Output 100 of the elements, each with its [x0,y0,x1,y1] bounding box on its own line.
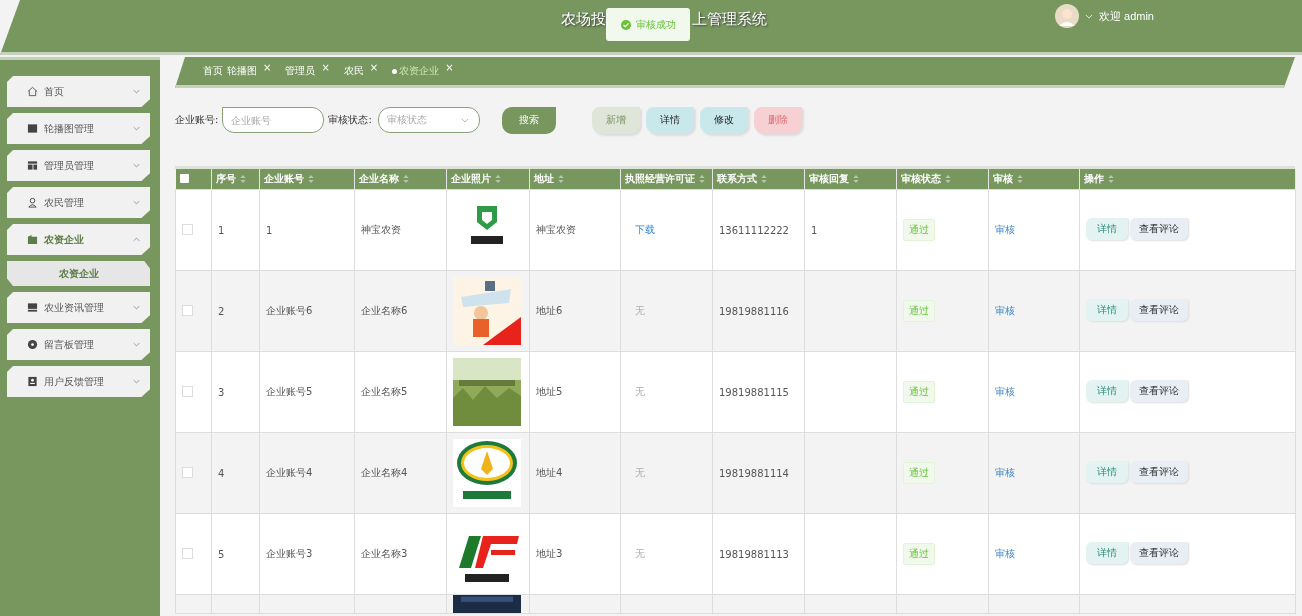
audit-link[interactable]: 审核 [995,386,1015,397]
table-cell: 1 [811,224,818,236]
status-select[interactable]: 审核状态 [377,107,480,133]
table-cell: 企业名称4 [354,432,447,514]
sort-icon[interactable] [1108,175,1114,183]
sort-icon[interactable] [1017,175,1023,183]
sort-icon[interactable] [699,175,705,183]
comments-button[interactable]: 查看评论 [1130,461,1188,483]
chevron-down-icon[interactable] [1084,13,1093,19]
column-header[interactable]: 企业账号 [259,169,355,190]
search-button[interactable]: 搜索 [501,106,556,134]
audit-link[interactable]: 审核 [995,548,1015,559]
sort-icon[interactable] [558,175,564,183]
submenu-item[interactable]: 农资企业 [7,261,150,286]
column-header[interactable]: 操作 [1079,169,1296,190]
image-icon [27,123,38,134]
close-icon[interactable]: × [369,61,379,73]
table-cell-text: 无 [634,386,645,397]
action-button[interactable]: 详情 [645,106,694,134]
comments-button[interactable]: 查看评论 [1130,299,1188,321]
status-tag: 通过 [903,300,935,322]
sort-icon[interactable] [308,175,314,183]
download-link[interactable]: 下载 [627,224,655,235]
row-checkbox[interactable] [182,466,193,478]
details-button[interactable]: 详情 [1086,218,1128,240]
table-cell: 地址3 [529,513,621,595]
column-header[interactable]: 执照经营许可证 [620,169,713,190]
delete-button[interactable]: 删除 [753,106,802,134]
row-checkbox[interactable] [182,385,193,397]
action-button[interactable]: 修改 [699,106,748,134]
sort-icon[interactable] [403,175,409,183]
table-cell: 企业账号4 [259,432,355,514]
column-header[interactable]: 序号 [211,169,260,190]
column-header[interactable]: 审核 [988,169,1080,190]
row-checkbox[interactable] [182,223,193,235]
sidebar-item[interactable]: 农资企业 [7,224,150,255]
sidebar-item[interactable]: 用户反馈管理 [7,366,150,397]
sort-icon[interactable] [240,175,246,183]
audit-link[interactable]: 审核 [995,305,1015,316]
table-cell: 神宝农资 [354,189,447,271]
account-input[interactable]: 企业账号 [222,107,325,133]
details-button[interactable]: 详情 [1086,380,1128,402]
table-cell: 19819881114 [712,432,805,514]
disc-icon [27,339,38,350]
table-cell: 1 [259,189,355,271]
sidebar-item[interactable]: 首页 [7,76,150,107]
toast-message: 审核成功 [635,17,676,32]
column-header[interactable]: 地址 [529,169,621,190]
tab[interactable]: 农资企业 [392,64,440,78]
sort-icon[interactable] [761,175,767,183]
tab[interactable]: 管理员 [285,64,316,78]
status-tag: 通过 [903,219,935,241]
audit-link[interactable]: 审核 [995,467,1015,478]
comments-button[interactable]: 查看评论 [1130,542,1188,564]
welcome-text: 欢迎 admin [1098,8,1154,24]
sidebar-item[interactable]: 留言板管理 [7,329,150,360]
column-header[interactable]: 联系方式 [712,169,805,190]
table-cell: 企业账号3 [259,513,355,595]
audit-link[interactable]: 审核 [995,224,1015,235]
close-icon[interactable]: × [263,61,272,73]
table-cell: 企业账号5 [259,351,355,433]
sort-icon[interactable] [495,175,501,183]
table-cell: 19819881116 [712,270,805,352]
add-button[interactable]: 新增 [591,106,640,134]
chevron-down-icon [460,117,469,123]
sort-icon[interactable] [853,175,859,183]
column-header[interactable]: 企业名称 [354,169,447,190]
sidebar-item[interactable]: 农民管理 [7,187,150,218]
sort-icon[interactable] [945,175,951,183]
sidebar-item[interactable]: 管理员管理 [7,150,150,181]
table-cell: 企业名称3 [354,513,447,595]
row-checkbox[interactable] [182,304,193,316]
field-label: 审核状态: [328,113,372,127]
comments-button[interactable]: 查看评论 [1130,218,1188,240]
folder-icon [27,234,38,245]
avatar-icon[interactable] [1054,4,1079,28]
column-header[interactable]: 企业照片 [446,169,530,190]
table-cell: 地址4 [529,432,621,514]
app-title: 农场投 [561,9,606,29]
tab[interactable]: 首页 [203,64,223,78]
select-all-checkbox[interactable] [179,173,189,183]
table-cell: 2 [211,270,260,352]
close-icon[interactable]: × [445,61,454,73]
close-icon[interactable]: × [321,61,330,73]
table-cell: 地址5 [529,351,621,433]
details-button[interactable]: 详情 [1086,299,1128,321]
comments-button[interactable]: 查看评论 [1130,380,1188,402]
sidebar-item[interactable]: 轮播图管理 [7,113,150,144]
column-header[interactable]: 审核回复 [804,169,897,190]
home-icon [27,86,38,97]
details-button[interactable]: 详情 [1086,542,1128,564]
column-header[interactable]: 审核状态 [896,169,989,190]
row-checkbox[interactable] [182,547,193,559]
table-cell-text: 无 [634,467,645,478]
sidebar-item[interactable]: 农业资讯管理 [7,292,150,323]
status-tag: 通过 [903,462,935,484]
tab[interactable]: 农民 [343,64,364,78]
table-cell: 企业名称5 [354,351,447,433]
details-button[interactable]: 详情 [1086,461,1128,483]
tab[interactable]: 轮播图 [227,64,257,78]
